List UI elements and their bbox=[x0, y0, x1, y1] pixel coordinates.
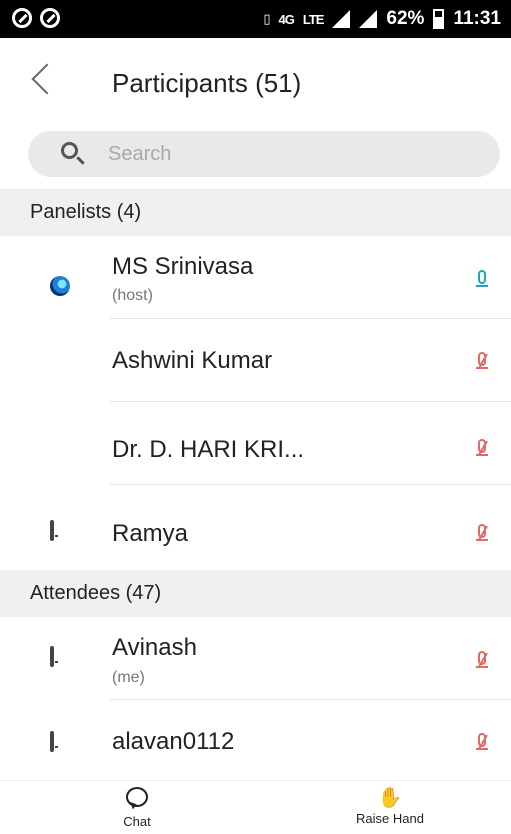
app-header: Participants (51) bbox=[0, 38, 511, 126]
bottom-tab-bar: Chat ✋ Raise Hand bbox=[0, 780, 511, 834]
notification-blocked-icon bbox=[40, 8, 60, 28]
participant-row[interactable]: Avinash (me) bbox=[0, 617, 511, 700]
battery-icon bbox=[433, 9, 445, 29]
section-label: Attendees (47) bbox=[30, 582, 162, 604]
status-bar: ▯ 4G LTE 62% 11:31 bbox=[0, 0, 511, 38]
participant-row[interactable]: Dr. D. HARI KRI... bbox=[0, 402, 511, 485]
raise-hand-button[interactable]: ✋ Raise Hand bbox=[330, 787, 450, 826]
page-title: Participants (51) bbox=[112, 68, 302, 98]
webex-logo-icon bbox=[50, 276, 70, 296]
signal-icon bbox=[332, 10, 351, 28]
participant-row[interactable]: Ramya bbox=[0, 485, 511, 568]
phone-icon bbox=[50, 646, 54, 667]
participant-name: alavan0112 bbox=[112, 728, 235, 755]
participant-row[interactable]: Ashwini Kumar bbox=[0, 319, 511, 402]
status-notifications bbox=[12, 8, 60, 28]
mic-muted-icon[interactable] bbox=[476, 439, 488, 456]
mic-muted-icon[interactable] bbox=[476, 524, 488, 541]
search-bar[interactable] bbox=[28, 131, 500, 177]
participant-role: (me) bbox=[112, 669, 145, 686]
chat-button[interactable]: Chat bbox=[77, 787, 197, 829]
tab-label: Chat bbox=[123, 814, 151, 829]
lte-label: LTE bbox=[302, 11, 325, 27]
participant-role: (host) bbox=[112, 287, 153, 304]
status-time: 11:31 bbox=[453, 8, 501, 29]
network-4g-label: 4G bbox=[278, 11, 294, 27]
mic-on-icon[interactable] bbox=[476, 270, 488, 287]
participant-name: Ashwini Kumar bbox=[112, 347, 273, 374]
participant-name: Dr. D. HARI KRI... bbox=[112, 436, 305, 463]
back-chevron-icon[interactable] bbox=[31, 63, 63, 95]
tab-label: Raise Hand bbox=[356, 811, 424, 826]
search-icon bbox=[61, 142, 78, 159]
participant-name: Avinash bbox=[112, 634, 197, 661]
search-input[interactable] bbox=[108, 139, 468, 169]
section-header-panelists: Panelists (4) bbox=[0, 189, 511, 236]
vibrate-icon: ▯ bbox=[263, 11, 270, 26]
phone-icon bbox=[50, 731, 54, 752]
battery-percent: 62% bbox=[386, 8, 425, 29]
participant-name: MS Srinivasa bbox=[112, 253, 254, 280]
mic-muted-icon[interactable] bbox=[476, 733, 488, 750]
status-indicators: ▯ 4G LTE 62% 11:31 bbox=[263, 0, 501, 38]
participant-row[interactable]: alavan0112 bbox=[0, 700, 511, 783]
section-header-attendees: Attendees (47) bbox=[0, 570, 511, 617]
signal-icon bbox=[359, 10, 378, 28]
phone-icon bbox=[50, 520, 54, 541]
participant-row[interactable]: MS Srinivasa (host) bbox=[0, 236, 511, 319]
section-label: Panelists (4) bbox=[30, 201, 142, 223]
mic-muted-icon[interactable] bbox=[476, 352, 488, 369]
raised-hand-icon: ✋ bbox=[377, 787, 403, 809]
participant-name: Ramya bbox=[112, 520, 189, 547]
notification-blocked-icon bbox=[12, 8, 32, 28]
chat-bubble-icon bbox=[126, 787, 148, 807]
mic-muted-icon[interactable] bbox=[476, 651, 488, 668]
